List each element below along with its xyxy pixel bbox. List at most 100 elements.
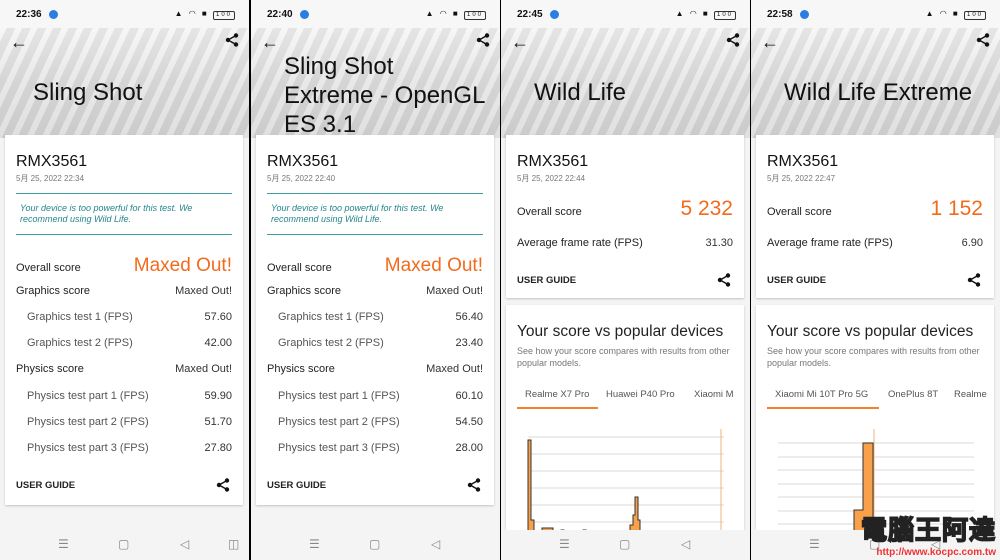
share-icon[interactable]: [467, 478, 481, 497]
score-label: Physics score: [16, 363, 84, 375]
score-value: 54.50: [455, 416, 483, 428]
score-value: 60.10: [455, 390, 483, 402]
phone-screen: 22:36 ▲ ◠ ■ 100 ← Sling Shot RMX3561 5月 25, 2…: [0, 0, 249, 560]
score-label: Physics score: [267, 363, 335, 375]
status-time: 22:40: [267, 9, 293, 20]
back-arrow-icon[interactable]: ←: [10, 32, 28, 53]
navigation-bar: ☰ ▢ ◁: [251, 530, 500, 560]
fps-row: Average frame rate (FPS) 6.90: [767, 237, 983, 249]
test-title: Sling Shot: [33, 79, 143, 106]
back-nav-icon[interactable]: ◁: [681, 537, 690, 551]
share-icon[interactable]: [726, 33, 740, 52]
share-icon[interactable]: [476, 33, 490, 52]
user-guide-link[interactable]: USER GUIDE: [767, 275, 826, 286]
device-tab[interactable]: Huawei P40 Pro: [606, 389, 675, 400]
user-guide-link[interactable]: USER GUIDE: [16, 480, 75, 491]
back-arrow-icon[interactable]: ←: [261, 32, 279, 53]
user-guide-link[interactable]: USER GUIDE: [517, 275, 576, 286]
score-row-overall: Overall score Maxed Out!: [16, 255, 232, 277]
user-guide-link[interactable]: USER GUIDE: [267, 480, 326, 491]
status-time: 22:58: [767, 9, 793, 20]
fps-label: Average frame rate (FPS): [517, 237, 643, 249]
comparison-description: See how your score compares with results…: [517, 346, 730, 368]
navigation-bar: ☰ ▢ ◁ ◫: [0, 530, 249, 560]
watermark-name: 電腦王阿達: [860, 514, 996, 546]
score-row-gt1: Graphics test 1 (FPS) 57.60: [27, 311, 232, 323]
status-icons: ▲ ◠ ■ 100: [676, 9, 736, 20]
score-label: Graphics test 1 (FPS): [278, 311, 384, 323]
watermark-url: http://www.kocpc.com.tw: [876, 547, 996, 558]
score-row-overall: Overall score Maxed Out!: [267, 255, 483, 277]
score-label: Overall score: [517, 206, 582, 218]
score-value: Maxed Out!: [426, 285, 483, 297]
result-card: RMX3561 5月 25, 2022 22:44 Overall score 5 2…: [506, 135, 744, 298]
fps-label: Average frame rate (FPS): [767, 237, 893, 249]
home-icon[interactable]: ▢: [619, 537, 630, 551]
status-icons: ▲ ◠ ■ 100: [926, 9, 986, 20]
score-label: Graphics test 1 (FPS): [27, 311, 133, 323]
score-label: Physics test part 3 (FPS): [278, 442, 400, 454]
score-label: Overall score: [16, 262, 81, 274]
back-nav-icon[interactable]: ◁: [431, 537, 440, 551]
menu-icon[interactable]: ☰: [809, 537, 820, 551]
device-tab[interactable]: Realme: [954, 389, 987, 400]
share-icon[interactable]: [967, 273, 981, 292]
home-icon[interactable]: ▢: [369, 537, 380, 551]
device-name: RMX3561: [517, 153, 589, 170]
back-arrow-icon[interactable]: ←: [761, 32, 779, 53]
device-name: RMX3561: [16, 153, 88, 170]
score-value: 28.00: [455, 442, 483, 454]
result-date: 5月 25, 2022 22:47: [767, 174, 836, 183]
phone-screen: 22:40 ▲ ◠ ■ 100 ← Sling Shot Extreme - Open…: [251, 0, 500, 560]
device-tab[interactable]: OnePlus 8T: [888, 389, 938, 400]
score-label: Graphics score: [267, 285, 341, 297]
comparison-card: Your score vs popular devices See how you…: [756, 305, 994, 535]
fps-value: 6.90: [961, 237, 983, 249]
home-icon[interactable]: ▢: [118, 537, 129, 551]
phone-screen: 22:45 ▲ ◠ ■ 100 ← Wild Life RMX3561 5月 25, 20…: [501, 0, 750, 560]
device-name: RMX3561: [267, 153, 339, 170]
score-row-physics: Physics score Maxed Out!: [16, 363, 232, 375]
comparison-title: Your score vs popular devices: [767, 323, 974, 340]
overall-score-value: 1 152: [930, 197, 983, 220]
score-row-gt2: Graphics test 2 (FPS) 23.40: [278, 337, 483, 349]
rotate-icon[interactable]: ◫: [228, 537, 239, 551]
share-icon[interactable]: [717, 273, 731, 292]
score-row-graphics: Graphics score Maxed Out!: [16, 285, 232, 297]
comparison-description: See how your score compares with results…: [767, 346, 980, 368]
score-label: Graphics test 2 (FPS): [27, 337, 133, 349]
back-nav-icon[interactable]: ◁: [180, 537, 189, 551]
score-value: Maxed Out!: [175, 285, 232, 297]
score-value: Maxed Out!: [384, 255, 483, 276]
score-histogram: [527, 429, 724, 535]
device-tab[interactable]: Xiaomi Mi 10T Pro 5G: [775, 389, 868, 400]
menu-icon[interactable]: ☰: [309, 537, 320, 551]
share-icon[interactable]: [216, 478, 230, 497]
menu-icon[interactable]: ☰: [58, 537, 69, 551]
fps-value: 31.30: [705, 237, 733, 249]
device-tab[interactable]: Realme X7 Pro: [525, 389, 589, 400]
status-bar: 22:58 ▲ ◠ ■ 100: [751, 0, 1000, 28]
test-title: Wild Life Extreme: [784, 79, 973, 106]
score-value: 27.80: [204, 442, 232, 454]
result-date: 5月 25, 2022 22:44: [517, 174, 586, 183]
score-row-pt1: Physics test part 1 (FPS) 59.90: [27, 390, 232, 402]
notice-message: Your device is too powerful for this tes…: [267, 193, 483, 235]
share-icon[interactable]: [225, 33, 239, 52]
score-row-gt1: Graphics test 1 (FPS) 56.40: [278, 311, 483, 323]
menu-icon[interactable]: ☰: [559, 537, 570, 551]
back-arrow-icon[interactable]: ←: [511, 32, 529, 53]
score-value: 51.70: [204, 416, 232, 428]
score-label: Physics test part 2 (FPS): [27, 416, 149, 428]
score-label: Physics test part 1 (FPS): [27, 390, 149, 402]
score-label: Physics test part 1 (FPS): [278, 390, 400, 402]
share-icon[interactable]: [976, 33, 990, 52]
device-tab[interactable]: Xiaomi M: [694, 389, 734, 400]
result-date: 5月 25, 2022 22:34: [16, 174, 85, 183]
phone-screen: 22:58 ▲ ◠ ■ 100 ← Wild Life Extreme RMX3561 5…: [751, 0, 1000, 560]
score-value: 42.00: [204, 337, 232, 349]
fps-row: Average frame rate (FPS) 31.30: [517, 237, 733, 249]
status-icons: ▲ ◠ ■ 100: [426, 9, 486, 20]
test-title: Wild Life: [534, 79, 627, 106]
score-label: Overall score: [267, 262, 332, 274]
